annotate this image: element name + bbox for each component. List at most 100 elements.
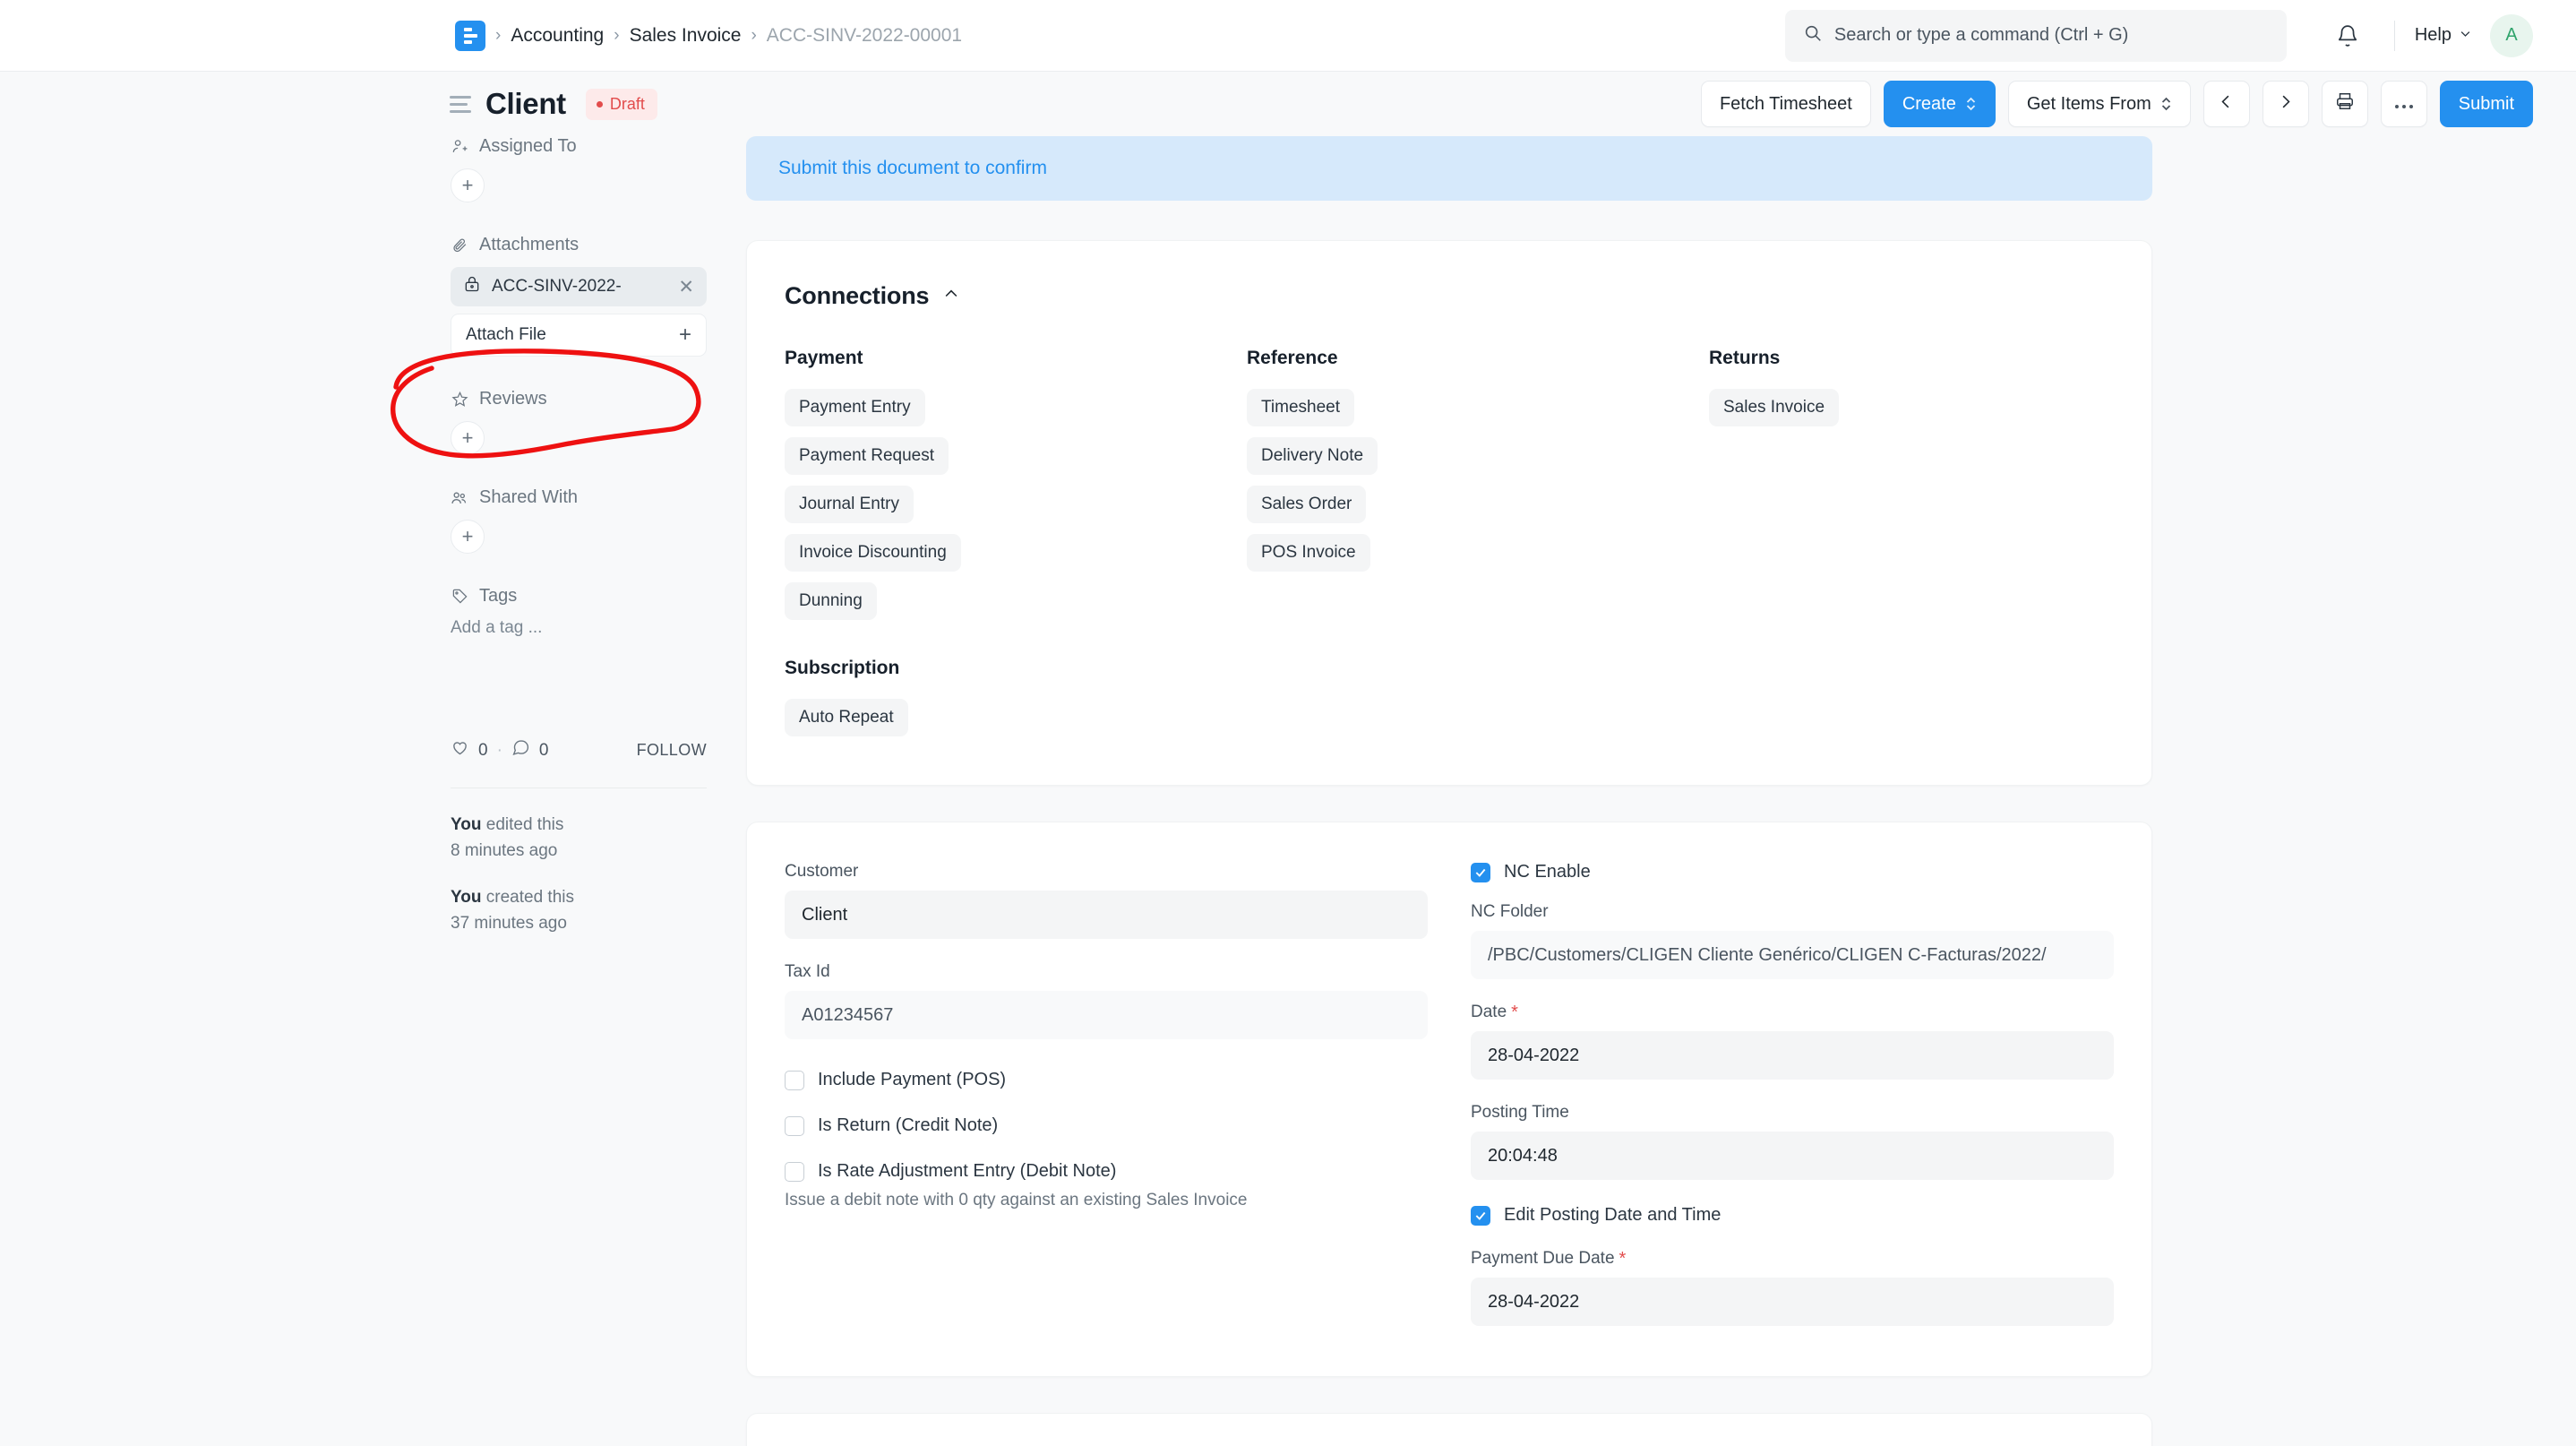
get-items-from-button[interactable]: Get Items From bbox=[2007, 81, 2191, 127]
page-title: Client bbox=[485, 87, 566, 120]
checkbox-is-return[interactable]: Is Return (Credit Note) bbox=[785, 1115, 1428, 1136]
print-button[interactable] bbox=[2321, 81, 2368, 127]
create-button[interactable]: Create bbox=[1883, 81, 1996, 127]
sidebar-section-attachments: Attachments ACC-SINV-2022- ✕ Attach File… bbox=[451, 235, 746, 357]
checkbox-checked-icon bbox=[1471, 862, 1490, 882]
follow-button[interactable]: FOLLOW bbox=[637, 741, 707, 760]
rate-adjustment-help-text: Issue a debit note with 0 qty against an… bbox=[785, 1191, 1248, 1209]
create-button-label: Create bbox=[1902, 93, 1956, 114]
comment-icon[interactable] bbox=[511, 738, 530, 762]
checkbox-edit-posting-date[interactable]: Edit Posting Date and Time bbox=[1471, 1205, 2114, 1226]
checkbox-nc-enable[interactable]: NC Enable bbox=[1471, 862, 2114, 882]
attachment-item[interactable]: ACC-SINV-2022- ✕ bbox=[451, 267, 707, 306]
payment-due-date-input[interactable]: 28-04-2022 bbox=[1471, 1278, 2114, 1326]
chevron-right-icon bbox=[2277, 93, 2294, 116]
checkbox-icon bbox=[785, 1115, 804, 1136]
connection-link-invoice-discounting[interactable]: Invoice Discounting bbox=[785, 534, 961, 572]
activity-action: created this bbox=[481, 887, 574, 907]
posting-time-input[interactable]: 20:04:48 bbox=[1471, 1132, 2114, 1180]
tag-icon bbox=[451, 588, 468, 606]
notifications-button[interactable] bbox=[2321, 11, 2374, 61]
connection-link-journal-entry[interactable]: Journal Entry bbox=[785, 486, 914, 523]
breadcrumb-item-sales-invoice[interactable]: Sales Invoice bbox=[630, 25, 742, 47]
submit-button[interactable]: Submit bbox=[2439, 81, 2533, 127]
tags-header: Tags bbox=[451, 586, 746, 607]
app-logo-icon[interactable] bbox=[455, 20, 485, 51]
reviews-label: Reviews bbox=[479, 389, 547, 409]
breadcrumb-item-accounting[interactable]: Accounting bbox=[511, 25, 604, 47]
connection-link-dunning[interactable]: Dunning bbox=[785, 582, 877, 620]
sidebar-meta: 0 · 0 FOLLOW You edited this 8 minutes a… bbox=[451, 738, 707, 937]
attachments-header: Attachments bbox=[451, 235, 746, 255]
tax-id-label: Tax Id bbox=[785, 962, 830, 981]
connection-link-sales-order[interactable]: Sales Order bbox=[1247, 486, 1367, 523]
form-grid: Customer Client Tax Id A01234567 Include… bbox=[785, 862, 2114, 1326]
help-menu[interactable]: Help bbox=[2415, 25, 2472, 46]
group-label: Reference bbox=[1247, 348, 1338, 368]
breadcrumb-separator: › bbox=[495, 25, 502, 45]
activity-action: edited this bbox=[481, 815, 564, 834]
connection-link-auto-repeat[interactable]: Auto Repeat bbox=[785, 699, 908, 736]
social-row: 0 · 0 FOLLOW bbox=[451, 738, 707, 762]
attachments-label: Attachments bbox=[479, 235, 580, 254]
sidebar-toggle-icon[interactable] bbox=[450, 95, 471, 113]
search-bar[interactable] bbox=[1784, 9, 2287, 62]
search-icon bbox=[1803, 23, 1823, 47]
tax-id-input[interactable]: A01234567 bbox=[785, 991, 1428, 1039]
previous-document-button[interactable] bbox=[2202, 81, 2250, 127]
nc-folder-input[interactable]: /PBC/Customers/CLIGEN Cliente Genérico/C… bbox=[1471, 931, 2114, 979]
field-tax-id: Tax Id A01234567 bbox=[785, 962, 1428, 1039]
add-review-button[interactable]: + bbox=[451, 421, 485, 455]
shared-with-label: Shared With bbox=[479, 487, 579, 507]
group-label: Subscription bbox=[785, 658, 900, 678]
nc-folder-label: NC Folder bbox=[1471, 902, 1549, 921]
submit-alert-banner[interactable]: Submit this document to confirm bbox=[746, 136, 2152, 201]
status-dot-icon bbox=[596, 100, 603, 108]
checkbox-include-payment[interactable]: Include Payment (POS) bbox=[785, 1070, 1428, 1090]
date-input[interactable]: 28-04-2022 bbox=[1471, 1031, 2114, 1080]
connection-link-payment-request[interactable]: Payment Request bbox=[785, 437, 949, 475]
sidebar-section-shared-with: Shared With + bbox=[451, 487, 746, 554]
connection-link-timesheet[interactable]: Timesheet bbox=[1247, 389, 1354, 426]
reviews-header: Reviews bbox=[451, 389, 746, 409]
status-badge-label: Draft bbox=[609, 94, 645, 113]
attach-file-button[interactable]: Attach File + bbox=[451, 314, 707, 357]
activity-actor: You bbox=[451, 887, 482, 907]
more-options-button[interactable] bbox=[2380, 81, 2427, 127]
fetch-timesheet-button[interactable]: Fetch Timesheet bbox=[1700, 81, 1871, 127]
comment-count: 0 bbox=[538, 740, 549, 760]
breadcrumb-item-document-id[interactable]: ACC-SINV-2022-00001 bbox=[767, 25, 962, 47]
connection-link-sales-invoice[interactable]: Sales Invoice bbox=[1709, 389, 1840, 426]
remove-attachment-icon[interactable]: ✕ bbox=[678, 276, 694, 298]
checkbox-is-rate-adjustment[interactable]: Is Rate Adjustment Entry (Debit Note) bbox=[785, 1161, 1428, 1182]
connection-link-pos-invoice[interactable]: POS Invoice bbox=[1247, 534, 1370, 572]
connection-link-delivery-note[interactable]: Delivery Note bbox=[1247, 437, 1378, 475]
add-tag-input[interactable]: Add a tag ... bbox=[451, 618, 746, 638]
chevron-up-icon[interactable] bbox=[942, 285, 960, 308]
assigned-to-label: Assigned To bbox=[479, 136, 577, 156]
search-input[interactable] bbox=[1833, 25, 2269, 46]
connection-link-payment-entry[interactable]: Payment Entry bbox=[785, 389, 925, 426]
connections-title: Connections bbox=[785, 282, 930, 309]
attach-file-label: Attach File bbox=[466, 325, 546, 344]
add-assignment-button[interactable]: + bbox=[451, 168, 485, 202]
next-document-button[interactable] bbox=[2262, 81, 2309, 127]
form-main: Submit this document to confirm Connecti… bbox=[746, 136, 2152, 1446]
form-column-right: NC Enable NC Folder /PBC/Customers/CLIGE… bbox=[1471, 862, 2114, 1326]
page-container: Client Draft Fetch Timesheet Create Get … bbox=[0, 72, 2576, 1446]
customer-input[interactable]: Client bbox=[785, 891, 1428, 939]
add-share-button[interactable]: + bbox=[451, 520, 485, 554]
breadcrumb-separator: › bbox=[751, 25, 757, 45]
sidebar-section-assigned-to: Assigned To + bbox=[451, 136, 746, 202]
payment-due-date-label-text: Payment Due Date bbox=[1471, 1249, 1615, 1268]
plus-icon: + bbox=[678, 323, 691, 347]
avatar[interactable]: A bbox=[2490, 13, 2533, 57]
is-rate-adjustment-label: Is Rate Adjustment Entry (Debit Note) bbox=[818, 1161, 1117, 1181]
connections-title-row: Connections bbox=[785, 282, 2114, 310]
breadcrumb: › Accounting › Sales Invoice › ACC-SINV-… bbox=[455, 20, 962, 51]
group-items: Timesheet Delivery Note Sales Order POS … bbox=[1247, 389, 1709, 582]
chevron-left-icon bbox=[2218, 93, 2235, 116]
group-items: Auto Repeat bbox=[785, 699, 1247, 747]
heart-icon[interactable] bbox=[451, 738, 469, 762]
customer-label: Customer bbox=[785, 862, 859, 881]
